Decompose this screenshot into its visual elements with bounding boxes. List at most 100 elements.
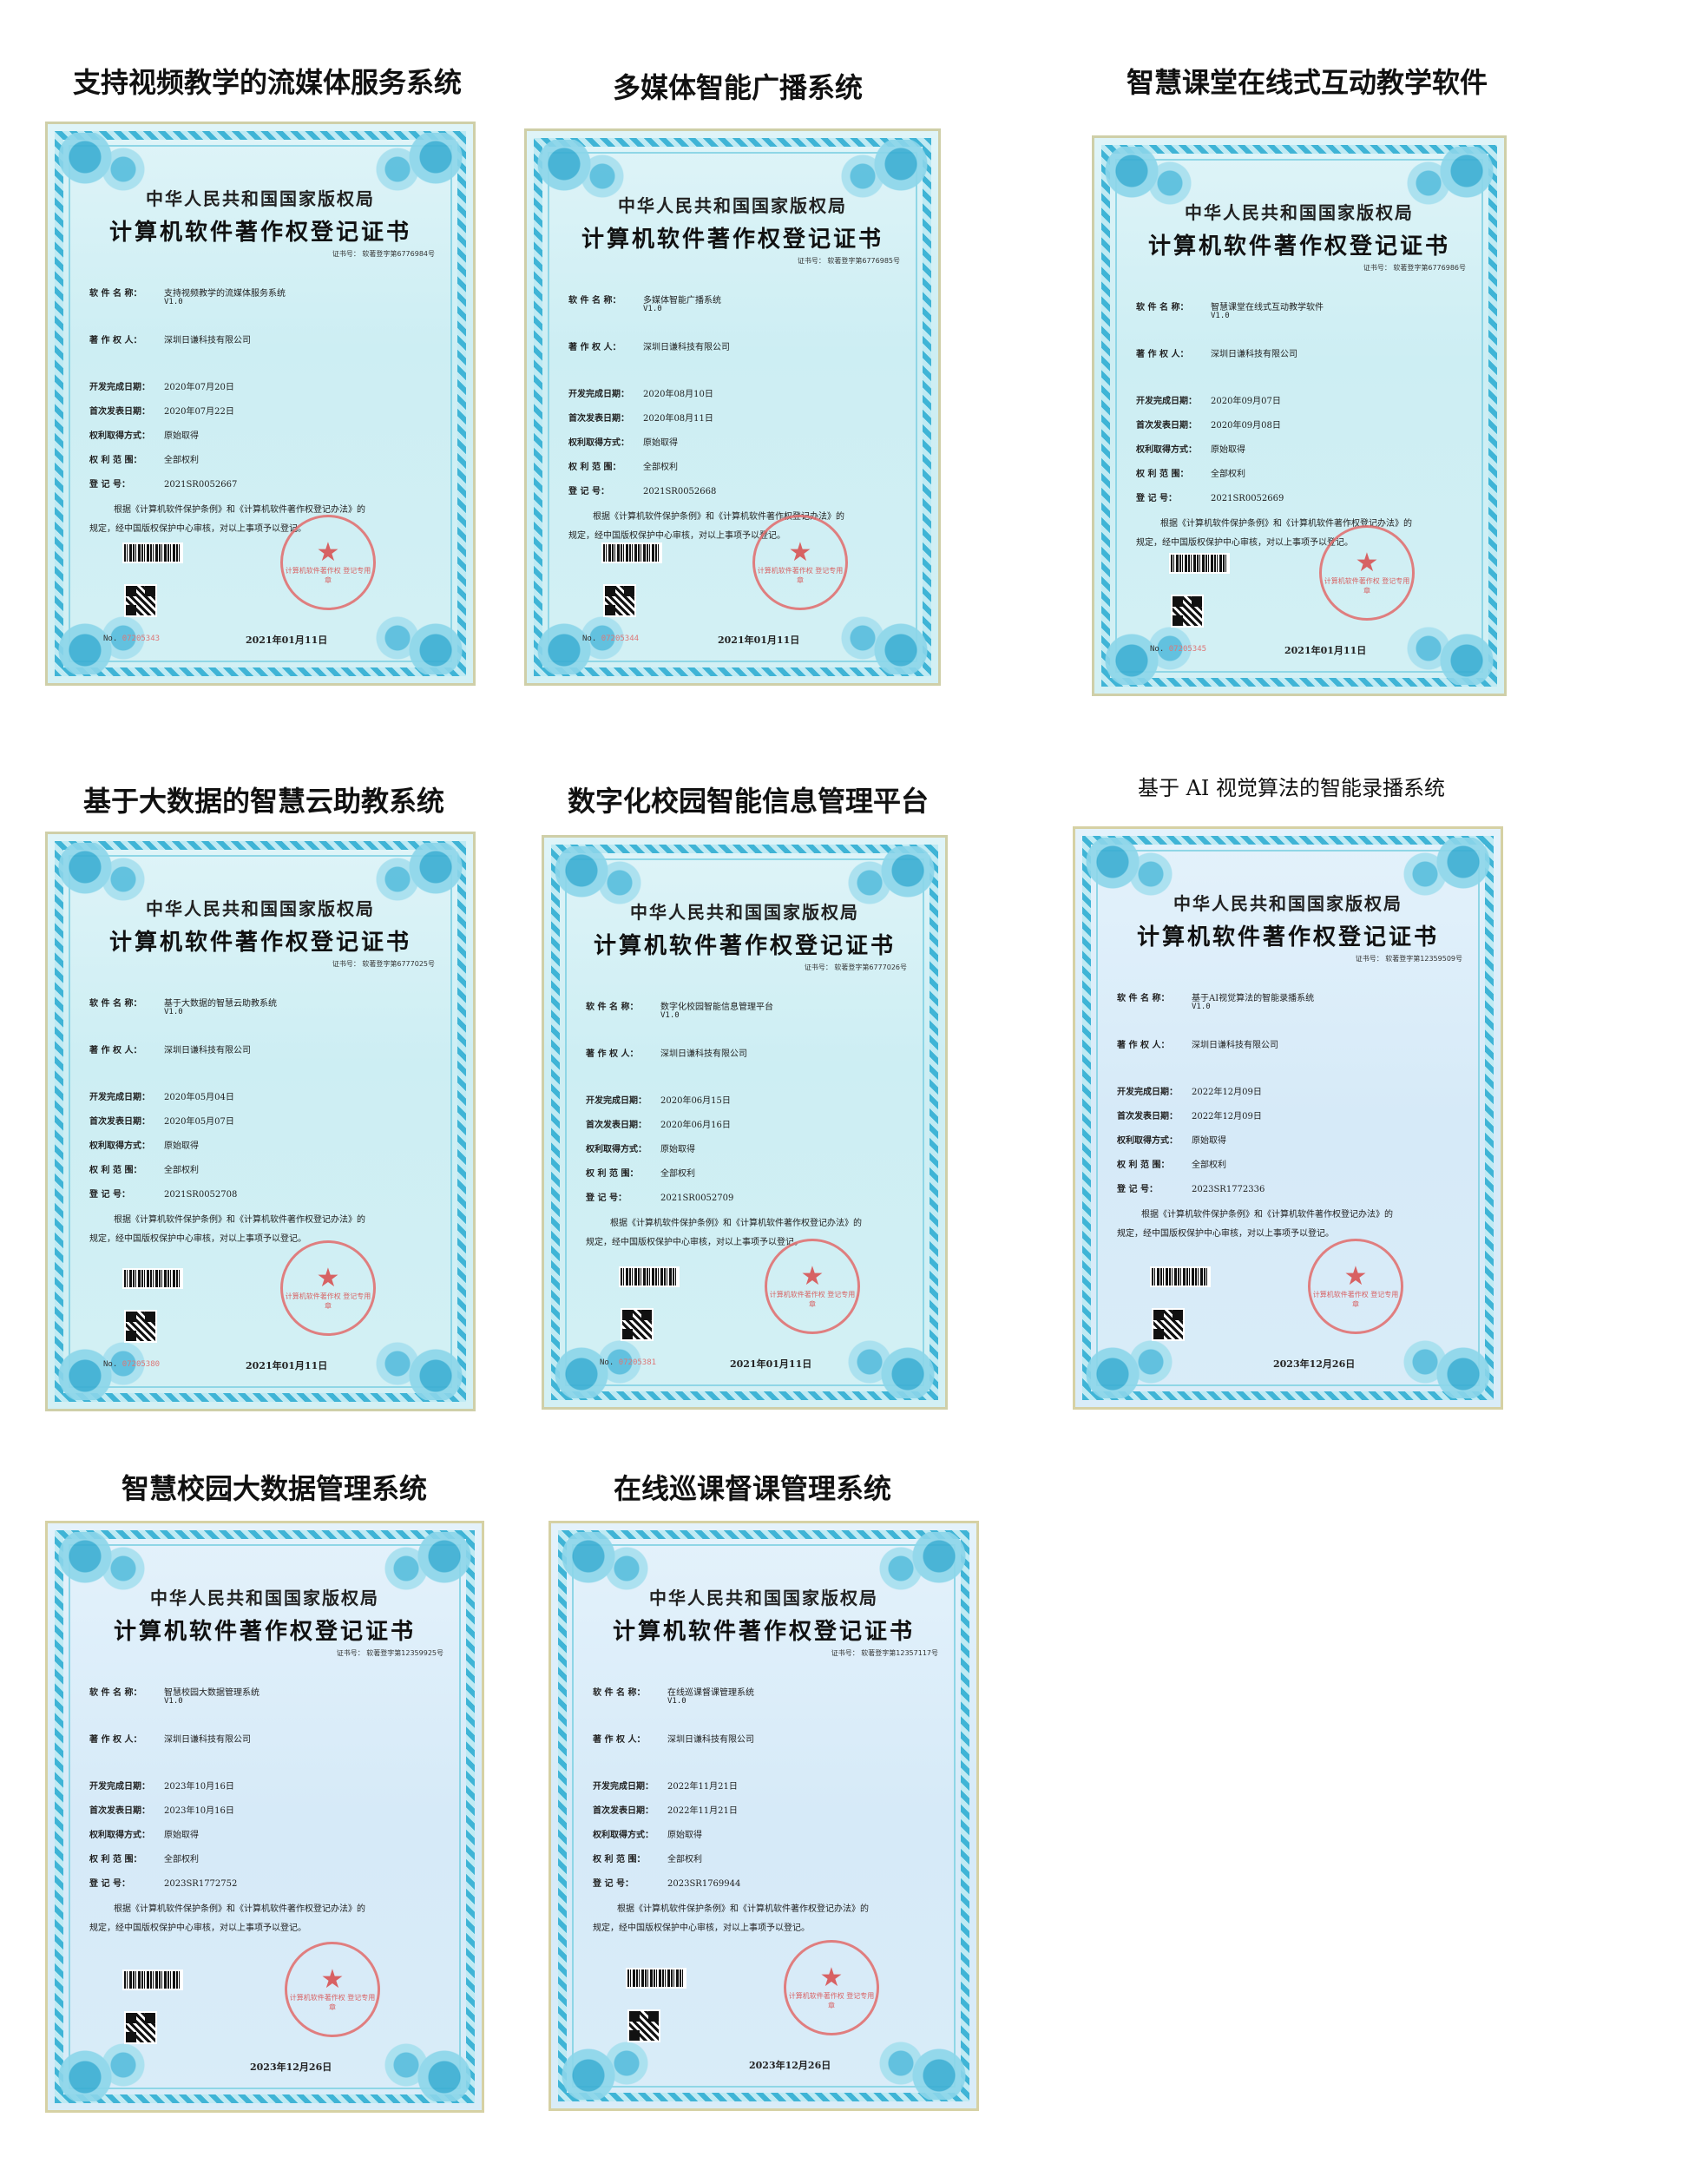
pub-date-row: 首次发表日期： 2023年10月16日 <box>89 1803 234 1816</box>
scope-row: 权 利 范 围： 全部权利 <box>586 1166 695 1179</box>
copyright-owner-row: 著 作 权 人： 深圳日谦科技有限公司 <box>89 1042 251 1055</box>
field-value: 全部权利 <box>643 463 678 472</box>
scope-row: 权 利 范 围： 全部权利 <box>568 459 678 472</box>
certificate-card[interactable]: 中华人民共和国国家版权局 计算机软件著作权登记证书 证书号： 软著登字第123571… <box>549 1521 979 2111</box>
field-value: 2020年06月15日 <box>660 1096 731 1106</box>
serial-number-label: No. <box>103 635 118 643</box>
certificate-card[interactable]: 中华人民共和国国家版权局 计算机软件著作权登记证书 证书号： 软著登字第123595… <box>1073 826 1503 1410</box>
field-label: 权 利 范 围： <box>568 463 621 472</box>
field-label: 权利取得方式： <box>1136 445 1197 455</box>
acquisition-row: 权利取得方式： 原始取得 <box>89 428 199 441</box>
field-value: 深圳日谦科技有限公司 <box>660 1049 747 1059</box>
field-value: 在线巡课督课管理系统 <box>667 1688 754 1698</box>
seal-star-icon: ★ <box>819 1963 844 1993</box>
qr-code <box>124 1310 157 1343</box>
issue-date: 2023年12月26日 <box>749 2060 831 2071</box>
field-value: 深圳日谦科技有限公司 <box>1192 1041 1278 1050</box>
field-label: 权利取得方式： <box>586 1145 647 1154</box>
legal-statement-line: 根据《计算机软件保护条例》和《计算机软件著作权登记办法》的 <box>114 505 365 515</box>
field-label: 登 记 号： <box>89 480 130 490</box>
seal-text: 计算机软件著作权 登记专用章 <box>285 1292 371 1310</box>
copyright-owner-row: 著 作 权 人： 深圳日谦科技有限公司 <box>1117 1037 1278 1050</box>
certificate-caption: 在线巡课督课管理系统 <box>613 1472 891 1505</box>
software-name-row: 软 件 名 称： 智慧校园大数据管理系统 <box>89 1685 259 1698</box>
acquisition-row: 权利取得方式： 原始取得 <box>89 1827 199 1840</box>
official-seal: ★ 计算机软件著作权 登记专用章 <box>280 1240 376 1336</box>
serial-number-value: 07205344 <box>601 635 640 643</box>
field-value: 原始取得 <box>164 1141 199 1151</box>
legal-statement: 根据《计算机软件保护条例》和《计算机软件著作权登记办法》的 规定，经中国版权保护中… <box>89 1211 435 1249</box>
field-value: 原始取得 <box>1211 445 1245 455</box>
certificate-card[interactable]: 中华人民共和国国家版权局 计算机软件著作权登记证书 证书号： 软著登字第677698… <box>1092 135 1507 696</box>
software-version: V1.0 <box>164 1008 183 1016</box>
software-version: V1.0 <box>164 298 183 306</box>
acquisition-row: 权利取得方式： 原始取得 <box>586 1141 695 1154</box>
serial-number-label: No. <box>582 635 597 643</box>
field-label: 权利取得方式： <box>89 431 150 441</box>
field-value: 原始取得 <box>164 431 199 441</box>
legal-statement: 根据《计算机软件保护条例》和《计算机软件著作权登记办法》的 规定，经中国版权保护中… <box>89 1900 443 1938</box>
official-seal: ★ 计算机软件著作权 登记专用章 <box>1308 1239 1403 1334</box>
field-value: 2020年07月20日 <box>164 383 234 392</box>
certificate-content: 中华人民共和国国家版权局 计算机软件著作权登记证书 证书号： 软著登字第677698… <box>527 131 938 683</box>
field-label: 权 利 范 围： <box>89 456 142 465</box>
barcode <box>122 542 183 563</box>
copyright-owner-row: 著 作 权 人： 深圳日谦科技有限公司 <box>89 1732 251 1745</box>
serial-number: No. 07205343 <box>103 635 160 643</box>
field-label: 权 利 范 围： <box>593 1855 646 1864</box>
dev-date-row: 开发完成日期： 2022年12月09日 <box>1117 1084 1262 1097</box>
legal-statement-line: 规定，经中国版权保护中心审核，对以上事项予以登记。 <box>89 524 306 534</box>
certificate-number: 证书号： 软著登字第6777025号 <box>332 960 435 968</box>
registration-number-row: 登 记 号： 2021SR0052668 <box>568 483 716 496</box>
acquisition-row: 权利取得方式： 原始取得 <box>593 1827 702 1840</box>
barcode <box>122 1969 183 1990</box>
legal-statement: 根据《计算机软件保护条例》和《计算机软件著作权登记办法》的 规定，经中国版权保护中… <box>1136 515 1466 553</box>
acquisition-row: 权利取得方式： 原始取得 <box>1136 442 1245 455</box>
certificate-card[interactable]: 中华人民共和国国家版权局 计算机软件著作权登记证书 证书号： 软著登字第677698… <box>524 128 941 686</box>
seal-star-icon: ★ <box>1355 548 1379 578</box>
legal-statement: 根据《计算机软件保护条例》和《计算机软件著作权登记办法》的 规定，经中国版权保护中… <box>586 1214 907 1253</box>
official-seal: ★ 计算机软件著作权 登记专用章 <box>752 515 848 610</box>
dev-date-row: 开发完成日期： 2020年08月10日 <box>568 386 713 399</box>
issue-date: 2021年01月11日 <box>246 635 328 646</box>
field-value: 支持视频教学的流媒体服务系统 <box>164 289 286 299</box>
certificate-card[interactable]: 中华人民共和国国家版权局 计算机软件著作权登记证书 证书号： 软著登字第677702… <box>542 835 948 1410</box>
certificate-caption: 基于大数据的智慧云助教系统 <box>83 785 445 818</box>
certificate-title: 计算机软件著作权登记证书 <box>113 1619 416 1645</box>
field-label: 著 作 权 人： <box>89 1046 142 1055</box>
legal-statement-line: 根据《计算机软件保护条例》和《计算机软件著作权登记办法》的 <box>617 1904 869 1914</box>
certificate-caption: 支持视频教学的流媒体服务系统 <box>73 66 463 99</box>
field-value: 全部权利 <box>1211 470 1245 479</box>
field-value: 2021SR0052669 <box>1211 494 1284 503</box>
certificate-card[interactable]: 中华人民共和国国家版权局 计算机软件著作权登记证书 证书号： 软著登字第677702… <box>45 832 476 1411</box>
acquisition-row: 权利取得方式： 原始取得 <box>1117 1133 1226 1146</box>
field-value: 2020年05月07日 <box>164 1117 234 1127</box>
certificate-card[interactable]: 中华人民共和国国家版权局 计算机软件著作权登记证书 证书号： 软著登字第677698… <box>45 122 476 686</box>
field-label: 软 件 名 称： <box>1117 994 1170 1003</box>
certificate-caption: 数字化校园智能信息管理平台 <box>568 785 930 818</box>
field-label: 登 记 号： <box>568 487 609 496</box>
certificate-card[interactable]: 中华人民共和国国家版权局 计算机软件著作权登记证书 证书号： 软著登字第123599… <box>45 1521 484 2113</box>
field-value: 2023SR1769944 <box>667 1879 741 1889</box>
official-seal: ★ 计算机软件著作权 登记专用章 <box>1319 525 1415 621</box>
legal-statement-line: 根据《计算机软件保护条例》和《计算机软件著作权登记办法》的 <box>114 1904 365 1914</box>
field-label: 首次发表日期： <box>1136 421 1197 431</box>
certificate-number: 证书号： 软著登字第12359925号 <box>336 1649 443 1657</box>
software-name-row: 软 件 名 称： 在线巡课督课管理系统 <box>593 1685 754 1698</box>
certificate-content: 中华人民共和国国家版权局 计算机软件著作权登记证书 证书号： 软著登字第123595… <box>1075 829 1501 1407</box>
pub-date-row: 首次发表日期： 2020年06月16日 <box>586 1117 731 1130</box>
field-label: 开发完成日期： <box>1117 1088 1178 1097</box>
field-value: 智慧校园大数据管理系统 <box>164 1688 259 1698</box>
software-name-row: 软 件 名 称： 多媒体智能广播系统 <box>568 293 721 306</box>
seal-text: 计算机软件著作权 登记专用章 <box>1312 1291 1399 1308</box>
field-label: 开发完成日期： <box>89 1093 150 1102</box>
serial-number-value: 07205343 <box>122 635 161 643</box>
field-value: 原始取得 <box>667 1831 702 1840</box>
field-value: 多媒体智能广播系统 <box>643 296 721 306</box>
qr-code <box>1171 595 1204 628</box>
software-name-row: 软 件 名 称： 智慧课堂在线式互动教学软件 <box>1136 299 1324 312</box>
barcode <box>619 1266 680 1287</box>
field-label: 权 利 范 围： <box>89 1855 142 1864</box>
qr-code <box>621 1308 654 1341</box>
field-label: 开发完成日期： <box>1136 397 1197 406</box>
